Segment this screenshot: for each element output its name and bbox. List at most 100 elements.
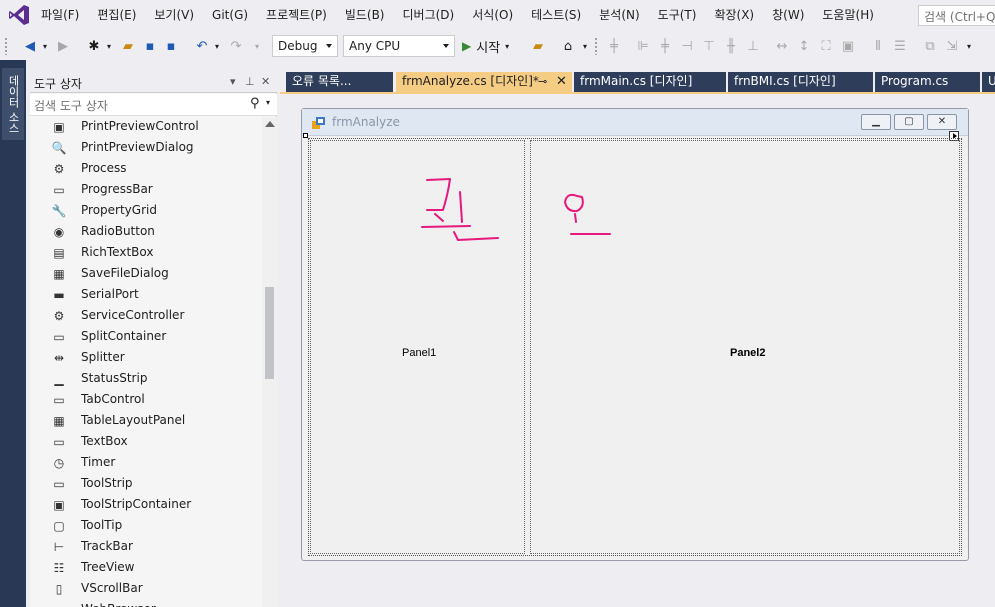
toolbox-item[interactable]: ⚙ ServiceController	[30, 306, 262, 327]
toolbox-item[interactable]: ▣ ToolStripContainer	[30, 495, 262, 516]
search-icon[interactable]: ⚲	[250, 96, 260, 111]
open-folder-icon[interactable]: ▰	[120, 35, 136, 57]
menu-item[interactable]: 프로젝트(P)	[257, 0, 336, 31]
split-panel-2[interactable]: Panel2	[530, 140, 960, 554]
toolbox-item[interactable]: ◉ RadioButton	[30, 222, 262, 243]
new-dropdown-icon[interactable]: ▾	[104, 35, 114, 57]
tab-document[interactable]: frnBMI.cs [디자인]	[728, 72, 873, 92]
toolbox-item[interactable]: ▯ VScrollBar	[30, 579, 262, 600]
bring-to-front-icon[interactable]: ⧉	[922, 35, 938, 57]
align-to-grid-icon[interactable]: ╪	[606, 35, 622, 57]
toolbox-item[interactable]: ▦ SaveFileDialog	[30, 264, 262, 285]
tab-document[interactable]: frmMain.cs [디자인]	[574, 72, 726, 92]
tab-pin-icon[interactable]: ⊸	[538, 72, 547, 91]
toolbox-item[interactable]: ⇹ Splitter	[30, 348, 262, 369]
toolbox-search-input[interactable]: 검색 도구 상자 ⚲ ▾	[30, 94, 277, 116]
toolbox-item[interactable]: ▭ ToolStrip	[30, 474, 262, 495]
tab-document[interactable]: U	[982, 72, 995, 92]
toolbox-item[interactable]: ⊢ TrackBar	[30, 537, 262, 558]
start-debugging-button[interactable]: ▶ 시작 ▾	[462, 35, 522, 57]
save-all-icon[interactable]: ▪	[163, 35, 179, 57]
search-options-dropdown-icon[interactable]: ▾	[266, 98, 270, 107]
menu-item[interactable]: 서식(O)	[463, 0, 522, 31]
toolbox-item[interactable]: 🔍 PrintPreviewDialog	[30, 138, 262, 159]
global-search-input[interactable]: 검색 (Ctrl+Q)	[918, 5, 995, 26]
split-panel-1[interactable]: Panel1	[310, 140, 525, 554]
new-project-icon[interactable]: ✱	[86, 35, 102, 57]
toolbox-item[interactable]: 🔧 PropertyGrid	[30, 201, 262, 222]
tab-close-icon[interactable]: ✕	[556, 72, 567, 91]
window-position-dropdown-icon[interactable]: ▾	[230, 75, 236, 88]
toolbox-item[interactable]: ▭ TabControl	[30, 390, 262, 411]
split-container[interactable]: Panel1 Panel2	[308, 138, 962, 556]
toolbox-item[interactable]: ▭ TextBox	[30, 432, 262, 453]
align-rights-icon[interactable]: ⊣	[679, 35, 695, 57]
toolbox-item[interactable]: ▬ SerialPort	[30, 285, 262, 306]
menu-item[interactable]: 도움말(H)	[813, 0, 883, 31]
menu-item[interactable]: 테스트(S)	[522, 0, 590, 31]
toolbox-item[interactable]: ⚙ Process	[30, 159, 262, 180]
browse-icon[interactable]: ▰	[530, 35, 546, 57]
toolbox-item[interactable]: ☷ TreeView	[30, 558, 262, 579]
tab-label: frnBMI.cs [디자인]	[734, 74, 836, 88]
toolbox-item[interactable]: ▦ TableLayoutPanel	[30, 411, 262, 432]
menu-item[interactable]: 빌드(B)	[336, 0, 394, 31]
pin-icon[interactable]: ⊥	[245, 75, 255, 88]
tab-document[interactable]: 오류 목록...	[286, 72, 393, 92]
redo-dropdown-icon[interactable]: ▾	[252, 35, 262, 57]
undo-icon[interactable]: ↶	[194, 35, 210, 57]
make-same-size-icon[interactable]: ▣	[840, 35, 856, 57]
forward-icon[interactable]: ▶	[55, 35, 71, 57]
menu-item[interactable]: 파일(F)	[32, 0, 88, 31]
designer-surface[interactable]: frmAnalyze ▁ ▢ ✕ Panel1 Panel2	[280, 94, 995, 607]
scroll-up-arrow-icon[interactable]	[265, 121, 275, 127]
align-tops-icon[interactable]: ⊤	[701, 35, 717, 57]
layout-toolbar-grip[interactable]	[594, 37, 598, 55]
vertical-spacing-icon[interactable]: ☰	[892, 35, 908, 57]
horizontal-spacing-icon[interactable]: ⫴	[870, 35, 886, 57]
toolbox-item-icon: ▯	[55, 582, 63, 596]
back-icon[interactable]: ◀	[22, 35, 38, 57]
menu-item[interactable]: 분석(N)	[590, 0, 648, 31]
toolbox-scrollbar[interactable]	[262, 117, 277, 607]
toolbox-item[interactable]: ▢ ToolTip	[30, 516, 262, 537]
tab-active-document[interactable]: frmAnalyze.cs [디자인]* ⊸ ✕	[396, 72, 572, 92]
home-dropdown-icon[interactable]: ▾	[580, 35, 590, 57]
toolbox-item[interactable]: ▭ ProgressBar	[30, 180, 262, 201]
redo-icon[interactable]: ↷	[228, 35, 244, 57]
menu-item[interactable]: 도구(T)	[649, 0, 706, 31]
menu-item[interactable]: 보기(V)	[145, 0, 203, 31]
toolbox-item[interactable]: ▤ RichTextBox	[30, 243, 262, 264]
save-icon[interactable]: ▪	[142, 35, 158, 57]
toolbar-overflow-icon[interactable]: ▾	[964, 35, 974, 57]
toolbar-grip[interactable]	[4, 37, 8, 55]
make-same-width-icon[interactable]: ↔	[774, 35, 790, 57]
menu-item[interactable]: 창(W)	[763, 0, 813, 31]
align-bottoms-icon[interactable]: ⊥	[745, 35, 761, 57]
toolbox-item[interactable]: ▁ StatusStrip	[30, 369, 262, 390]
solution-platform-select[interactable]: Any CPU	[343, 35, 455, 57]
data-sources-tab[interactable]: 데이터 소스	[2, 68, 24, 140]
menu-item[interactable]: 편집(E)	[88, 0, 145, 31]
toolbox-item[interactable]: ▭ SplitContainer	[30, 327, 262, 348]
size-to-grid-icon[interactable]: ⛶	[818, 35, 834, 57]
tab-order-icon[interactable]: ⇲	[944, 35, 960, 57]
undo-dropdown-icon[interactable]: ▾	[212, 35, 222, 57]
solution-configuration-select[interactable]: Debug	[272, 35, 338, 57]
close-icon[interactable]: ✕	[261, 75, 270, 88]
toolbox-item[interactable]: ◷ Timer	[30, 453, 262, 474]
home-icon[interactable]: ⌂	[560, 35, 576, 57]
menu-item[interactable]: Git(G)	[203, 0, 257, 31]
scrollbar-thumb[interactable]	[265, 287, 274, 379]
toolbox-item[interactable]: ▭ WebBrowser	[30, 600, 262, 607]
tab-document[interactable]: Program.cs	[875, 72, 980, 92]
make-same-height-icon[interactable]: ↕	[796, 35, 812, 57]
menu-item[interactable]: 디버그(D)	[394, 0, 464, 31]
toolbox-item[interactable]: ▣ PrintPreviewControl	[30, 117, 262, 138]
align-centers-icon[interactable]: ╪	[657, 35, 673, 57]
back-dropdown-icon[interactable]: ▾	[40, 35, 50, 57]
align-lefts-icon[interactable]: ⊫	[635, 35, 651, 57]
menu-item[interactable]: 확장(X)	[705, 0, 763, 31]
align-middles-icon[interactable]: ╫	[723, 35, 739, 57]
form-window[interactable]: frmAnalyze ▁ ▢ ✕ Panel1 Panel2	[301, 108, 969, 561]
